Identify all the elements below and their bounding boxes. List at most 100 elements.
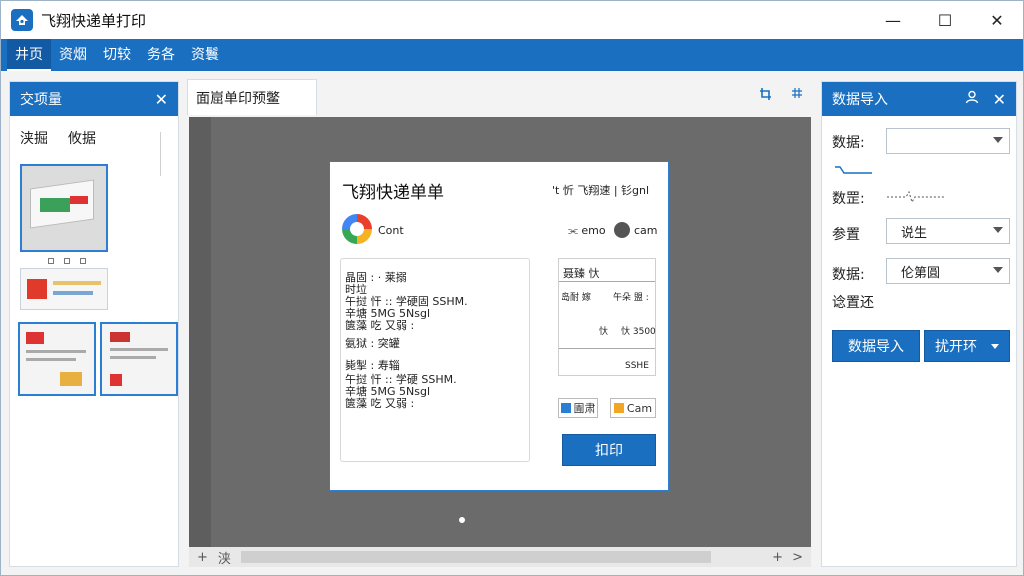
waybill-paper: 飞翔快递单单 't 忻 飞翔速 | 钐gnl Cont ⫘ emo cam 晶固…: [329, 161, 669, 491]
barcode-row: 午朵 盟 :: [613, 293, 649, 303]
address-box: 晶固 : · 莱搦 时垃 午挝 忓 :: 学硬固 SSHM. 辛塘 5MG 5N…: [340, 258, 530, 462]
camera-icon[interactable]: [614, 222, 630, 238]
thumbnail-dots: [48, 258, 86, 264]
chevron-down-icon: [993, 227, 1003, 233]
thumbnail-item[interactable]: [18, 322, 96, 396]
paper-header-right: 't 忻 飞翔速 | 钐gnl: [552, 184, 650, 197]
left-tab-1[interactable]: 浃掘: [20, 128, 48, 148]
crop-icon[interactable]: [759, 87, 773, 105]
menu-item-2[interactable]: 资烟: [51, 39, 95, 71]
addr-line: 篋藻 吃 又弱 :: [345, 397, 415, 410]
barcode-row: 岛耐 嫁: [561, 293, 591, 303]
row-5: 谂置还: [832, 292, 874, 312]
label-3: 参置: [832, 227, 860, 243]
chevron-down-icon: [993, 137, 1003, 143]
thumbnail-mark: [26, 332, 44, 344]
param-select[interactable]: 说生: [886, 218, 1010, 244]
horizontal-scrollbar[interactable]: + 浃 + >: [189, 547, 811, 567]
align-icon: ⫘: [568, 224, 582, 237]
app-window: 飞翔快递单打印 — ☐ ✕ 井页 资烟 切较 务各 资鬟 交项量 ✕ 浃掘 攸据: [0, 0, 1024, 576]
left-panel: 交项量 ✕ 浃掘 攸据: [9, 81, 179, 567]
close-icon[interactable]: ✕: [155, 90, 168, 109]
grid-icon[interactable]: [791, 87, 803, 105]
thumbnail-mark: [26, 350, 86, 353]
scroll-thumb[interactable]: [241, 551, 711, 563]
data-select[interactable]: [886, 128, 1010, 154]
courier-logo-icon: [342, 214, 372, 244]
dot-icon: [80, 258, 86, 264]
thumbnail-item[interactable]: [20, 268, 108, 310]
chevron-down-icon: [993, 267, 1003, 273]
more-button[interactable]: 扰开环: [924, 330, 1010, 362]
chevron-down-icon: [991, 344, 999, 349]
thumbnail-mark: [27, 279, 47, 299]
row-4: 数据:: [832, 264, 865, 284]
zoom-in-icon[interactable]: +: [197, 550, 208, 565]
divider: [160, 132, 161, 176]
thumbnail-mark: [110, 348, 168, 351]
shield-icon: [613, 403, 624, 413]
dot-icon: [48, 258, 54, 264]
menu-item-4[interactable]: 务各: [139, 39, 183, 71]
scan-label: 圊肃: [573, 402, 596, 415]
data-source-select-value: 伦第圓: [901, 265, 941, 281]
more-button-label: 扰开环: [935, 339, 977, 355]
data-source-select[interactable]: 伦第圓: [886, 258, 1010, 284]
thumbnail-mark: [70, 196, 88, 204]
menu-bar: 井页 资烟 切较 务各 资鬟: [1, 39, 1023, 71]
barcode-footer: SSHE: [625, 361, 649, 371]
thumbnail-mark: [60, 372, 82, 386]
close-button[interactable]: ✕: [971, 1, 1023, 39]
scroll-label: 浃: [217, 551, 231, 567]
row-data: 数据:: [832, 132, 865, 152]
tool-emo-label: emo: [581, 224, 606, 237]
thumbnail-mark: [110, 374, 122, 386]
cam-button[interactable]: Cam: [610, 398, 656, 418]
app-logo-icon: [11, 9, 33, 31]
thumbnail-mark: [110, 356, 156, 359]
close-icon[interactable]: ✕: [993, 90, 1006, 109]
right-panel-title: 数据导入: [832, 92, 888, 108]
tool-emo[interactable]: ⫘ emo: [568, 224, 606, 238]
barcode-box-title: 聂臻 忕: [563, 267, 600, 280]
dot-icon: [64, 258, 70, 264]
barcode-row: 忕 3500: [621, 327, 656, 337]
preview-toolbar: [759, 87, 803, 105]
cam-label: Cam: [626, 401, 653, 415]
preview-area: 面崫单印预鳖 飞翔快递单单 't 忻 飞翔速 | 钐gnl Cont ⫘ emo: [187, 79, 813, 567]
canvas-side-ruler: [189, 117, 211, 547]
preview-canvas[interactable]: 飞翔快递单单 't 忻 飞翔速 | 钐gnl Cont ⫘ emo cam 晶固…: [189, 117, 811, 547]
thumbnail-mark: [53, 291, 93, 295]
barcode-row: 忕: [599, 327, 609, 337]
menu-item-5[interactable]: 资鬟: [183, 39, 227, 71]
left-tab-2[interactable]: 攸据: [68, 128, 96, 148]
param-select-value: 说生: [901, 225, 928, 241]
thumbnail-item[interactable]: [20, 164, 108, 252]
thumbnail-mark: [110, 332, 130, 342]
thumbnail-mark: [26, 358, 76, 361]
signal-icon: [886, 190, 946, 208]
wave-icon: [834, 164, 874, 180]
label-5: 谂置还: [832, 295, 874, 311]
courier-logo-center: [350, 222, 364, 236]
left-panel-title: 交项量: [20, 92, 62, 108]
scan-button[interactable]: 圊肃: [558, 398, 598, 418]
menu-item-home[interactable]: 井页: [7, 39, 51, 71]
minimize-button[interactable]: —: [867, 1, 919, 39]
label-data: 数据:: [832, 135, 865, 151]
user-icon[interactable]: [965, 90, 979, 108]
tab-preview[interactable]: 面崫单印预鳖: [187, 79, 317, 115]
right-panel: 数据导入 ✕ 数据: 数罡: 参置 说生 数据: 伦第圓 谂置还 数据导入 扰开…: [821, 81, 1017, 567]
import-data-button[interactable]: 数据导入: [832, 330, 920, 362]
scan-icon: [560, 403, 571, 413]
label-4: 数据:: [832, 267, 865, 283]
maximize-button[interactable]: ☐: [919, 1, 971, 39]
thumbnail-item[interactable]: [100, 322, 178, 396]
print-button[interactable]: 扣印: [562, 434, 656, 466]
zoom-plus-icon[interactable]: +: [772, 550, 783, 565]
menu-item-3[interactable]: 切较: [95, 39, 139, 71]
barcode-box: 聂臻 忕 岛耐 嫁 午朵 盟 : 忕 忕 3500 SSHE: [558, 258, 656, 376]
addr-line: 篋藻 吃 又弱 :: [345, 319, 415, 332]
chevron-right-icon[interactable]: >: [792, 550, 803, 565]
barcode-area: 岛耐 嫁 午朵 盟 : 忕 忕 3500: [559, 281, 656, 349]
